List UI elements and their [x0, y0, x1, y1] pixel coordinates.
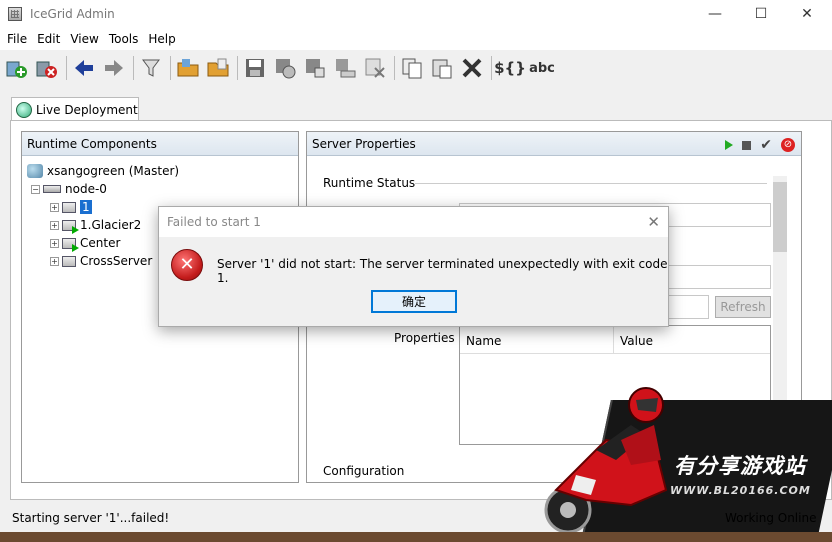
delete-icon[interactable] — [458, 54, 486, 82]
column-value[interactable]: Value — [614, 326, 653, 353]
refresh-button[interactable]: Refresh — [715, 296, 771, 318]
tree-item-server-center[interactable]: + Center — [50, 234, 120, 252]
toolbar-separator — [66, 56, 67, 80]
live-deployment-icon — [16, 101, 32, 118]
dialog-body: ✕ Server '1' did not start: The server t… — [159, 237, 668, 326]
copy-icon[interactable] — [398, 54, 426, 82]
menu-edit[interactable]: Edit — [32, 32, 65, 46]
window-title: IceGrid Admin — [30, 7, 115, 21]
server-actions: ✔ ⊘ — [725, 137, 795, 153]
start-server-icon[interactable] — [725, 140, 734, 150]
dialog-message: Server '1' did not start: The server ter… — [217, 257, 668, 285]
configuration-label: Configuration — [323, 464, 405, 478]
server-running-icon — [62, 219, 79, 234]
disable-icon[interactable]: ⊘ — [781, 138, 795, 152]
paste-icon[interactable] — [428, 54, 456, 82]
registry-icon — [27, 164, 43, 178]
app-grid-icon — [8, 7, 22, 21]
tree-item-node[interactable]: − node-0 — [31, 180, 107, 198]
tab-live-deployment[interactable]: Live Deployment — [11, 97, 139, 121]
server-label-selected: 1 — [80, 200, 92, 214]
login-icon[interactable] — [3, 54, 31, 82]
toolbar-separator — [237, 56, 238, 80]
tree-item-master[interactable]: xsangogreen (Master) — [27, 162, 179, 180]
tree-item-server-glacier2[interactable]: + 1.Glacier2 — [50, 216, 141, 234]
maximize-button[interactable]: ☐ — [738, 0, 784, 28]
server-label: Center — [80, 236, 121, 250]
save-to-registry-icon[interactable] — [271, 54, 299, 82]
stop-server-icon[interactable] — [742, 140, 752, 150]
error-dialog: Failed to start 1 ✕ ✕ Server '1' did not… — [158, 206, 669, 327]
menu-tools[interactable]: Tools — [104, 32, 144, 46]
close-window-button[interactable]: ✕ — [784, 0, 830, 28]
node-icon — [43, 185, 61, 193]
properties-label: Properties — [394, 331, 455, 345]
logout-icon[interactable] — [33, 54, 61, 82]
forward-arrow-icon[interactable] — [100, 54, 128, 82]
properties-table-header: Name Value — [460, 326, 770, 354]
server-label: 1.Glacier2 — [80, 218, 142, 232]
server-running-icon — [62, 237, 79, 252]
server-icon — [62, 201, 76, 213]
connection-status: Working Online — [725, 511, 817, 525]
group-divider — [415, 183, 767, 184]
runtime-components-header: Runtime Components — [22, 132, 298, 156]
dialog-close-button[interactable]: ✕ — [647, 213, 660, 231]
status-message: Starting server '1'...failed! — [12, 511, 170, 525]
menu-bar: File Edit View Tools Help — [0, 28, 832, 50]
back-arrow-icon[interactable] — [70, 54, 98, 82]
save-to-file-icon[interactable] — [301, 54, 329, 82]
scrollbar-thumb[interactable] — [773, 182, 787, 252]
title-bar: IceGrid Admin — ☐ ✕ — [0, 0, 832, 28]
save-icon[interactable] — [241, 54, 269, 82]
watermark-url: WWW.BL20166.COM — [670, 484, 811, 497]
expand-icon[interactable]: + — [50, 238, 59, 248]
toolbar-separator — [394, 56, 395, 80]
enable-checkmark-icon[interactable]: ✔ — [760, 137, 772, 153]
toolbar-separator — [491, 56, 492, 80]
tree-item-server-crossserver[interactable]: + CrossServer — [50, 252, 152, 270]
tab-label: Live Deployment — [36, 102, 138, 117]
show-variables-button[interactable]: abc — [527, 54, 557, 82]
save-to-server-icon[interactable] — [331, 54, 359, 82]
watermark-text: 有分享游戏站 — [674, 454, 806, 478]
toolbar-separator — [133, 56, 134, 80]
server-properties-title: Server Properties — [312, 136, 416, 151]
server-icon — [62, 255, 76, 267]
expand-icon[interactable]: + — [50, 202, 59, 212]
dialog-title: Failed to start 1 — [167, 215, 261, 229]
server-label: CrossServer — [80, 254, 153, 268]
discard-icon[interactable] — [361, 54, 389, 82]
error-icon: ✕ — [171, 249, 203, 281]
status-bar: Starting server '1'...failed! Working On… — [0, 504, 832, 532]
node-label: node-0 — [65, 182, 107, 196]
menu-help[interactable]: Help — [143, 32, 180, 46]
minimize-button[interactable]: — — [692, 0, 738, 28]
filter-icon[interactable] — [137, 54, 165, 82]
background-strip — [0, 532, 832, 542]
open-folder-icon[interactable] — [174, 54, 202, 82]
collapse-icon[interactable]: − — [31, 184, 40, 194]
expand-icon[interactable]: + — [50, 256, 59, 266]
substitute-variables-button[interactable]: ${} — [494, 54, 526, 82]
menu-view[interactable]: View — [65, 32, 103, 46]
runtime-status-label: Runtime Status — [323, 176, 416, 190]
toolbar-separator — [170, 56, 171, 80]
toolbar: ${} abc — [0, 50, 832, 86]
column-name[interactable]: Name — [460, 326, 614, 353]
expand-icon[interactable]: + — [50, 220, 59, 230]
open-file-icon[interactable] — [204, 54, 232, 82]
tree-item-server-1[interactable]: + 1 — [50, 198, 92, 216]
master-label: xsangogreen (Master) — [47, 164, 180, 178]
menu-file[interactable]: File — [2, 32, 32, 46]
ok-button[interactable]: 确定 — [371, 290, 457, 313]
